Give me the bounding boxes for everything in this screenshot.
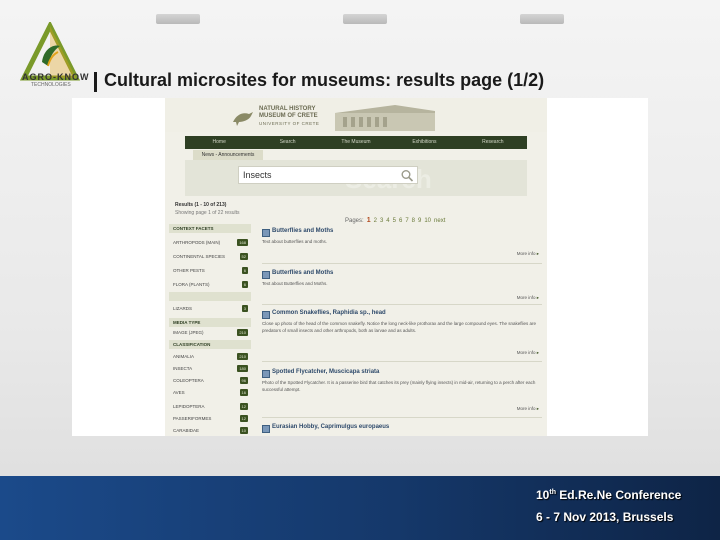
more-info-link[interactable]: More info: [517, 350, 539, 356]
facet-item[interactable]: CARABIDAE 10: [169, 426, 251, 435]
facet-count: 12: [239, 415, 248, 422]
result-item: Spotted Flycatcher, Muscicapa striata Ph…: [262, 369, 542, 393]
nav-item-home[interactable]: Home: [185, 136, 253, 149]
facet-count: 16: [239, 389, 248, 396]
facet-item[interactable]: LIZARDS 3: [169, 304, 251, 313]
nav-item-exhibitions[interactable]: Exhibitions: [390, 136, 458, 149]
result-item: Common Snakeflies, Raphidia sp., head Cl…: [262, 310, 542, 334]
result-title-link[interactable]: Spotted Flycatcher, Muscicapa striata: [262, 369, 542, 378]
page-link[interactable]: 8: [412, 218, 415, 224]
pagination: Pages: 1 2 3 4 5 6 7 8 9 10 next: [345, 217, 445, 224]
facet-item[interactable]: OTHER PESTS 6: [169, 266, 251, 275]
facet-count: 168: [237, 239, 248, 246]
facet-header: CONTEXT FACETS: [169, 224, 251, 233]
result-description: Close up photo of the head of the common…: [262, 321, 536, 333]
museum-name-line1: NATURAL HISTORY: [259, 106, 316, 112]
facet-count: 96: [239, 377, 248, 384]
logo-text: AGRO-KNOW: [22, 72, 90, 82]
page-link[interactable]: 7: [405, 218, 408, 224]
search-input[interactable]: Insects: [238, 166, 418, 184]
page-link[interactable]: 9: [418, 218, 421, 224]
result-description: Text about Butterflies and Moths.: [262, 281, 328, 286]
subnav-news[interactable]: News - Announcements: [193, 150, 263, 160]
result-title-link[interactable]: Common Snakeflies, Raphidia sp., head: [262, 310, 542, 319]
facet-sidebar: CONTEXT FACETS ARTHROPODS (MAIN) 168 CONT…: [165, 216, 253, 436]
more-info-link[interactable]: More info: [517, 295, 539, 301]
result-description: Text about butterflies and moths.: [262, 239, 328, 244]
facet-item[interactable]: COLEOPTERA 96: [169, 376, 251, 385]
screenshot-panel: NATURAL HISTORY MUSEUM OF CRETE UNIVERSI…: [72, 98, 648, 436]
facet-item[interactable]: IMAGE (JPEG) 210: [169, 328, 251, 337]
footer-band: [0, 476, 720, 540]
slide-title: Cultural microsites for museums: results…: [104, 70, 545, 90]
facet-item[interactable]: LEPIDOPTERA 12: [169, 402, 251, 411]
facet-header: CLASSIFICATION: [169, 340, 251, 349]
search-icon[interactable]: [400, 169, 414, 182]
page-link[interactable]: 10: [424, 218, 431, 224]
facet-item[interactable]: AVES 16: [169, 388, 251, 397]
conference-dates: 6 - 7 Nov 2013, Brussels: [536, 510, 674, 524]
museum-name: NATURAL HISTORY MUSEUM OF CRETE UNIVERSI…: [259, 106, 319, 127]
museum-building-icon: [335, 105, 435, 131]
facet-count: 6: [241, 281, 248, 288]
facet-item[interactable]: ANIMALIA 210: [169, 352, 251, 361]
result-item: Butterflies and Moths Text about butterf…: [262, 228, 542, 245]
page-link[interactable]: 5: [393, 218, 396, 224]
ceiling-light: [156, 14, 200, 24]
page-link[interactable]: 1: [367, 217, 371, 224]
facet-item[interactable]: FLORA (PLANTS) 6: [169, 280, 251, 289]
facet-count: 3: [241, 305, 248, 312]
result-separator: [262, 417, 542, 418]
facet-item[interactable]: INSECTA 180: [169, 364, 251, 373]
result-item: Eurasian Hobby, Caprimulgus europaeus: [262, 424, 542, 433]
museum-name-line2: MUSEUM OF CRETE: [259, 113, 318, 119]
facet-count: 210: [237, 353, 248, 360]
search-input-value: Insects: [243, 170, 272, 180]
title-accent-bar: [94, 72, 97, 92]
result-title-link[interactable]: Butterflies and Moths: [262, 228, 542, 237]
facet-count: 12: [239, 403, 248, 410]
page-link[interactable]: 2: [374, 218, 377, 224]
result-separator: [262, 263, 542, 264]
museum-name-line3: UNIVERSITY OF CRETE: [259, 121, 320, 126]
result-separator: [262, 304, 542, 305]
result-title-link[interactable]: Butterflies and Moths: [262, 270, 542, 279]
result-item: Butterflies and Moths Text about Butterf…: [262, 270, 542, 287]
main-nav: Home Search The Museum Exhibitions Resea…: [185, 136, 527, 149]
facet-item[interactable]: CONTINENTAL SPECIES 52: [169, 252, 251, 261]
ceiling-light: [520, 14, 564, 24]
facet-header: [169, 292, 251, 301]
facet-count: 6: [241, 267, 248, 274]
site-header: NATURAL HISTORY MUSEUM OF CRETE UNIVERSI…: [165, 98, 547, 132]
more-info-link[interactable]: More info: [517, 251, 539, 257]
next-page-link[interactable]: next: [434, 218, 445, 224]
museum-site: NATURAL HISTORY MUSEUM OF CRETE UNIVERSI…: [165, 98, 547, 436]
facet-item[interactable]: ARTHROPODS (MAIN) 168: [169, 238, 251, 247]
facet-count: 10: [239, 427, 248, 434]
result-separator: [262, 361, 542, 362]
page-link[interactable]: 3: [380, 218, 383, 224]
facet-count: 52: [239, 253, 248, 260]
lizard-logo-icon: [233, 112, 253, 126]
facet-count: 180: [237, 365, 248, 372]
more-info-link[interactable]: More info: [517, 406, 539, 412]
ceiling-light: [343, 14, 387, 24]
facet-header: MEDIA TYPE: [169, 318, 251, 327]
logo-subtext: TECHNOLOGIES: [31, 82, 71, 88]
nav-item-research[interactable]: Research: [459, 136, 527, 149]
pager-label: Pages:: [345, 217, 364, 224]
result-description: Photo of the Spotted Flycatcher. It is a…: [262, 380, 536, 392]
nav-item-museum[interactable]: The Museum: [322, 136, 390, 149]
facet-item[interactable]: PASSERIFORMES 12: [169, 414, 251, 423]
conference-name: 10th Ed.Re.Ne Conference: [536, 488, 682, 502]
page-link[interactable]: 6: [399, 218, 402, 224]
page-link[interactable]: 4: [386, 218, 389, 224]
facet-count: 210: [237, 329, 248, 336]
results-summary: Results (1 - 10 of 213): [175, 202, 227, 208]
nav-item-search[interactable]: Search: [253, 136, 321, 149]
result-title-link[interactable]: Eurasian Hobby, Caprimulgus europaeus: [262, 424, 542, 433]
